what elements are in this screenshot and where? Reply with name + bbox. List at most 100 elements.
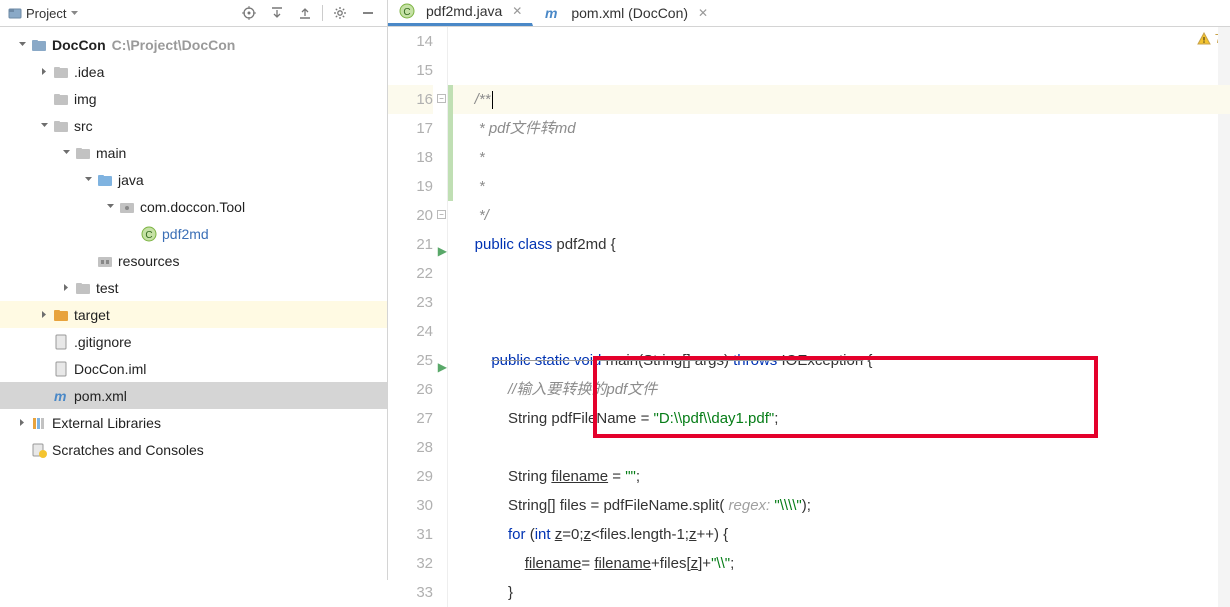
tree-label: Scratches and Consoles bbox=[52, 442, 204, 458]
tree-item-test[interactable]: test bbox=[0, 274, 387, 301]
code-line[interactable]: } bbox=[448, 578, 1230, 607]
code-line[interactable] bbox=[448, 56, 1230, 85]
run-icon[interactable]: ▶ bbox=[438, 353, 447, 382]
gutter-line[interactable]: 28 bbox=[388, 433, 433, 462]
code-area[interactable]: 7 /**− * pdf文件转md * * */− public class p… bbox=[448, 27, 1230, 607]
target-icon[interactable] bbox=[238, 2, 260, 24]
code-line[interactable] bbox=[448, 259, 1230, 288]
tree-item-java[interactable]: java bbox=[0, 166, 387, 193]
code-line[interactable]: /**− bbox=[448, 85, 1230, 114]
tree-item-src[interactable]: src bbox=[0, 112, 387, 139]
code-line[interactable] bbox=[448, 27, 1230, 56]
project-tree[interactable]: DocConC:\Project\DocCon .idea img src mainja… bbox=[0, 27, 387, 580]
tree-item-pom-xml[interactable]: mpom.xml bbox=[0, 382, 387, 409]
tree-label: pdf2md bbox=[162, 226, 209, 242]
fold-icon[interactable]: − bbox=[437, 210, 446, 219]
gutter-line[interactable]: 20 bbox=[388, 201, 433, 230]
code-line[interactable]: String filename = ""; bbox=[448, 462, 1230, 491]
tree-item-doccon-iml[interactable]: DocCon.iml bbox=[0, 355, 387, 382]
tree-item--idea[interactable]: .idea bbox=[0, 58, 387, 85]
maven-icon: m bbox=[543, 4, 561, 22]
code-line[interactable]: public class pdf2md { bbox=[448, 230, 1230, 259]
editor-body[interactable]: 1415161718192021▶22232425▶26272829303132… bbox=[388, 27, 1230, 607]
tree-item-external-libraries[interactable]: External Libraries bbox=[0, 409, 387, 436]
tree-item-img[interactable]: img bbox=[0, 85, 387, 112]
project-view-selector[interactable]: Project bbox=[8, 6, 79, 21]
tree-item-com-doccon-tool[interactable]: com.doccon.Tool bbox=[0, 193, 387, 220]
file-icon bbox=[52, 333, 70, 351]
class-icon: C bbox=[398, 2, 416, 20]
fold-icon[interactable]: − bbox=[437, 94, 446, 103]
chevron-down-icon[interactable] bbox=[36, 121, 52, 130]
tree-item-scratches-and-consoles[interactable]: Scratches and Consoles bbox=[0, 436, 387, 463]
scratch-icon bbox=[30, 441, 48, 459]
folder-icon bbox=[52, 63, 70, 81]
tree-label: com.doccon.Tool bbox=[140, 199, 245, 215]
gutter-line[interactable]: 14 bbox=[388, 27, 433, 56]
folder-icon bbox=[52, 117, 70, 135]
tree-item-pdf2md[interactable]: Cpdf2md bbox=[0, 220, 387, 247]
gutter-line[interactable]: 19 bbox=[388, 172, 433, 201]
chevron-right-icon[interactable] bbox=[58, 283, 74, 292]
code-line[interactable] bbox=[448, 288, 1230, 317]
chevron-right-icon[interactable] bbox=[14, 418, 30, 427]
gutter-line[interactable]: 27 bbox=[388, 404, 433, 433]
code-line[interactable]: for (int z=0;z<files.length-1;z++) { bbox=[448, 520, 1230, 549]
code-line[interactable]: */− bbox=[448, 201, 1230, 230]
tree-label: DocConC:\Project\DocCon bbox=[52, 37, 235, 53]
code-line[interactable]: String[] files = pdfFileName.split( rege… bbox=[448, 491, 1230, 520]
code-line[interactable]: filename= filename+files[z]+"\\"; bbox=[448, 549, 1230, 578]
svg-text:m: m bbox=[54, 388, 66, 404]
gutter-line[interactable]: 32 bbox=[388, 549, 433, 578]
tree-item-target[interactable]: target bbox=[0, 301, 387, 328]
tree-label: resources bbox=[118, 253, 179, 269]
code-line[interactable] bbox=[448, 433, 1230, 462]
gutter-line[interactable]: 26 bbox=[388, 375, 433, 404]
tree-item-main[interactable]: main bbox=[0, 139, 387, 166]
gutter-line[interactable]: 16 bbox=[388, 85, 433, 114]
code-line[interactable]: //输入要转换的pdf文件 bbox=[448, 375, 1230, 404]
chevron-down-icon[interactable] bbox=[102, 202, 118, 211]
tree-label: src bbox=[74, 118, 93, 134]
gutter-line[interactable]: 25▶ bbox=[388, 346, 433, 375]
gutter-line[interactable]: 21▶ bbox=[388, 230, 433, 259]
class-icon: C bbox=[140, 225, 158, 243]
gutter-line[interactable]: 29 bbox=[388, 462, 433, 491]
chevron-right-icon[interactable] bbox=[36, 310, 52, 319]
expand-down-icon[interactable] bbox=[266, 2, 288, 24]
chevron-right-icon[interactable] bbox=[36, 67, 52, 76]
code-line[interactable]: * bbox=[448, 143, 1230, 172]
close-icon[interactable]: ✕ bbox=[512, 4, 522, 18]
gutter-line[interactable]: 22 bbox=[388, 259, 433, 288]
hide-icon[interactable] bbox=[357, 2, 379, 24]
tree-item-resources[interactable]: resources bbox=[0, 247, 387, 274]
svg-text:m: m bbox=[545, 5, 557, 21]
tree-label: img bbox=[74, 91, 97, 107]
code-line[interactable]: * bbox=[448, 172, 1230, 201]
gutter-line[interactable]: 24 bbox=[388, 317, 433, 346]
chevron-down-icon[interactable] bbox=[58, 148, 74, 157]
gutter-line[interactable]: 17 bbox=[388, 114, 433, 143]
gutter-line[interactable]: 23 bbox=[388, 288, 433, 317]
tab-pdf2md-java[interactable]: Cpdf2md.java✕ bbox=[388, 0, 533, 26]
gutter-line[interactable]: 30 bbox=[388, 491, 433, 520]
gutter-line[interactable]: 18 bbox=[388, 143, 433, 172]
run-icon[interactable]: ▶ bbox=[438, 237, 447, 266]
code-line[interactable]: String pdfFileName = "D:\\pdf\\day1.pdf"… bbox=[448, 404, 1230, 433]
collapse-icon[interactable] bbox=[294, 2, 316, 24]
code-line[interactable]: * pdf文件转md bbox=[448, 114, 1230, 143]
gutter-line[interactable]: 31 bbox=[388, 520, 433, 549]
code-line[interactable]: public static void main(String[] args) t… bbox=[448, 346, 1230, 375]
svg-text:C: C bbox=[403, 7, 410, 18]
chevron-down-icon[interactable] bbox=[14, 40, 30, 49]
tree-item--gitignore[interactable]: .gitignore bbox=[0, 328, 387, 355]
close-icon[interactable]: ✕ bbox=[698, 6, 708, 20]
project-sidebar: Project DocConC:\Project\DocCon .idea img s… bbox=[0, 0, 388, 580]
gutter-line[interactable]: 15 bbox=[388, 56, 433, 85]
gutter-line[interactable]: 33 bbox=[388, 578, 433, 607]
code-line[interactable] bbox=[448, 317, 1230, 346]
gear-icon[interactable] bbox=[329, 2, 351, 24]
tree-item-doccon[interactable]: DocConC:\Project\DocCon bbox=[0, 31, 387, 58]
tab-pom-xml--doccon-[interactable]: mpom.xml (DocCon)✕ bbox=[533, 0, 719, 26]
chevron-down-icon[interactable] bbox=[80, 175, 96, 184]
